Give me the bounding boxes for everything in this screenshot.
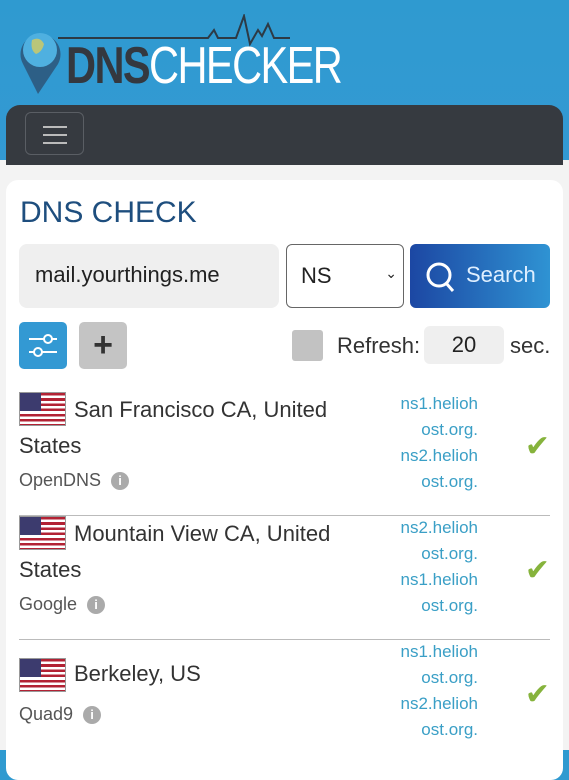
record-type-select[interactable]: NS ⌄ bbox=[286, 244, 404, 308]
search-icon bbox=[426, 262, 455, 292]
filter-button[interactable] bbox=[19, 322, 67, 369]
record-type-value: NS bbox=[301, 263, 332, 288]
result-provider: Quad9 bbox=[19, 704, 74, 724]
chevron-down-icon: ⌄ bbox=[385, 265, 397, 281]
navbar bbox=[6, 105, 563, 165]
plus-icon: + bbox=[93, 326, 113, 364]
info-icon[interactable]: i bbox=[87, 596, 106, 614]
hamburger-icon[interactable] bbox=[25, 112, 84, 155]
sliders-icon bbox=[29, 334, 57, 357]
ns-record: ns2.helioh ost.org. bbox=[400, 518, 478, 563]
ns-record: ns2.helioh ost.org. bbox=[400, 446, 478, 491]
page-title: DNS CHECK bbox=[20, 196, 197, 229]
result-location: Berkeley, US bbox=[74, 661, 201, 686]
result-row: San Francisco CA, United States OpenDNS i… bbox=[19, 392, 550, 516]
ns-record: ns1.helioh ost.org. bbox=[400, 570, 478, 615]
result-location: San Francisco CA, United States bbox=[19, 397, 328, 458]
result-provider: OpenDNS bbox=[19, 470, 102, 490]
search-button[interactable]: Search bbox=[410, 244, 550, 308]
ns-record: ns1.helioh ost.org. bbox=[400, 394, 478, 439]
result-row: Mountain View CA, United States Google i … bbox=[19, 516, 550, 640]
dnschecker-logo[interactable]: DNSCHECKER bbox=[18, 14, 343, 95]
refresh-interval-input[interactable]: 20 bbox=[424, 326, 504, 364]
logo-dns: DNS bbox=[66, 37, 151, 95]
result-provider: Google bbox=[19, 594, 78, 614]
add-button[interactable]: + bbox=[79, 322, 127, 369]
check-icon: ✔ bbox=[524, 430, 550, 463]
check-icon: ✔ bbox=[524, 554, 550, 587]
ns-record: ns2.helioh ost.org. bbox=[400, 694, 478, 739]
auto-refresh-checkbox[interactable] bbox=[292, 330, 323, 361]
dns-check-card: DNS CHECK mail.yourthings.me NS ⌄ Search … bbox=[6, 180, 563, 780]
logo-checker: CHECKER bbox=[149, 37, 343, 95]
ns-record: ns1.helioh ost.org. bbox=[400, 642, 478, 687]
info-icon[interactable]: i bbox=[111, 472, 130, 490]
result-location: Mountain View CA, United States bbox=[19, 521, 331, 582]
result-row: Berkeley, US Quad9 i ns1.helioh ost.org. n… bbox=[19, 640, 550, 764]
search-label: Search bbox=[466, 262, 536, 287]
info-icon[interactable]: i bbox=[83, 706, 102, 724]
refresh-label: Refresh: bbox=[337, 333, 421, 358]
refresh-unit: sec. bbox=[510, 333, 551, 358]
domain-input[interactable]: mail.yourthings.me bbox=[19, 244, 279, 308]
check-icon: ✔ bbox=[524, 678, 550, 711]
